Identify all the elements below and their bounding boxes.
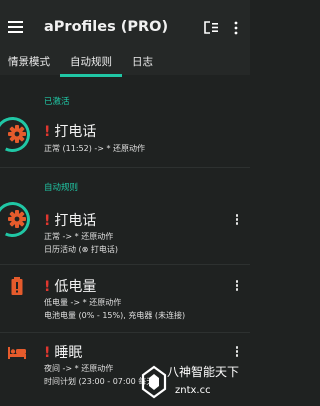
more-vert-icon[interactable] bbox=[233, 21, 239, 35]
rule-detail: 夜间 -> * 还原动作 bbox=[44, 364, 114, 373]
rule-title-text: 打电话 bbox=[54, 124, 97, 140]
alert-icon: ! bbox=[44, 213, 51, 229]
rule-title-text: 睡眠 bbox=[54, 345, 83, 361]
section-header-rules: 自动规则 bbox=[44, 183, 79, 193]
rule-detail: 电池电量 (0% - 15%), 充电器 (未连接) bbox=[44, 311, 186, 320]
hamburger-menu-icon[interactable] bbox=[8, 20, 24, 34]
card-more-icon[interactable] bbox=[233, 279, 241, 293]
watermark-title: 八神智能天下 bbox=[167, 365, 240, 379]
tab-log[interactable]: 日志 bbox=[132, 56, 153, 73]
tab-profiles[interactable]: 情景模式 bbox=[8, 56, 50, 73]
app-title: aProfiles (PRO) bbox=[44, 19, 169, 35]
gear-icon bbox=[8, 210, 26, 228]
priority-sort-icon[interactable] bbox=[203, 21, 219, 34]
rule-detail: 低电量 -> * 还原动作 bbox=[44, 298, 122, 307]
tab-selected-indicator bbox=[60, 74, 122, 77]
rule-detail: 日历活动 (⊗ 打电话) bbox=[44, 245, 119, 254]
watermark: 八神智能天下 zntx.cc bbox=[139, 361, 247, 403]
divider bbox=[0, 264, 250, 265]
section-header-active: 已激活 bbox=[44, 97, 70, 107]
gear-icon bbox=[8, 125, 26, 143]
rule-title: ! 睡眠 bbox=[44, 342, 82, 362]
card-more-icon[interactable] bbox=[233, 345, 241, 359]
watermark-url: zntx.cc bbox=[175, 385, 211, 396]
card-more-icon[interactable] bbox=[233, 213, 241, 227]
divider bbox=[0, 167, 250, 168]
tab-bar: 情景模式 自动规则 日志 bbox=[0, 56, 250, 75]
rule-detail: 正常 (11:52) -> * 还原动作 bbox=[44, 144, 146, 153]
rule-title: ! 低电量 bbox=[44, 276, 96, 296]
app-bar: aProfiles (PRO) bbox=[0, 0, 250, 56]
alert-icon: ! bbox=[44, 124, 51, 140]
rule-title-text: 打电话 bbox=[54, 213, 97, 229]
rule-detail: 正常 -> * 还原动作 bbox=[44, 232, 114, 241]
battery-alert-icon bbox=[11, 277, 23, 295]
alert-icon: ! bbox=[44, 279, 51, 295]
rule-title-text: 低电量 bbox=[54, 279, 97, 295]
bed-icon bbox=[8, 347, 26, 359]
divider bbox=[0, 332, 250, 333]
alert-icon: ! bbox=[44, 345, 51, 361]
rule-title: ! 打电话 bbox=[44, 121, 96, 141]
watermark-logo-icon bbox=[141, 365, 167, 399]
rule-title: ! 打电话 bbox=[44, 210, 96, 230]
tab-auto-rules[interactable]: 自动规则 bbox=[70, 56, 112, 73]
